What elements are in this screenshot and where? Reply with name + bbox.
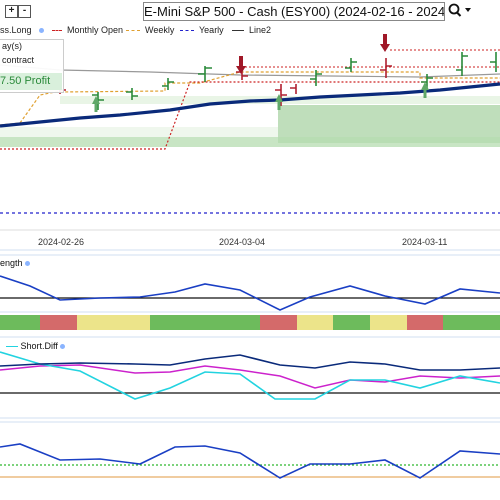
shortdiff-navy-series	[0, 354, 500, 371]
legend-swatch-icon	[180, 29, 194, 31]
legend-swatch-icon	[52, 29, 62, 31]
bottom-series	[0, 443, 500, 479]
date-label: 2024-02-26	[38, 237, 85, 247]
chart-canvas[interactable]	[0, 20, 500, 500]
strength-pane-title: ength	[0, 258, 30, 268]
chart-title-field[interactable]: E-Mini S&P 500 - Cash (ESY00) (2024-02-1…	[143, 2, 445, 21]
status-segment	[333, 315, 370, 330]
legend-swatch-icon	[232, 29, 244, 31]
status-segment	[0, 315, 40, 330]
legend-item-monthly-open: Monthly Open	[52, 24, 123, 36]
search-icon[interactable]	[446, 2, 474, 19]
date-label: 2024-03-11	[402, 237, 448, 247]
legend-label: Monthly Open	[67, 25, 124, 35]
zoom-in-button[interactable]: +	[5, 5, 18, 18]
legend-label: Yearly	[199, 25, 224, 35]
legend-item-long: ss.Long	[0, 24, 44, 36]
profit-band	[0, 137, 500, 147]
status-segment	[370, 315, 407, 330]
status-segment	[297, 315, 333, 330]
shortdiff-pane-title: Short.Diff	[6, 341, 65, 351]
legend-label: Line2	[249, 25, 272, 35]
status-segment	[40, 315, 77, 330]
strength-series	[0, 275, 500, 311]
legend-swatch-icon	[126, 29, 140, 31]
profit-label: 7.50 Profit	[0, 73, 62, 90]
legend-label: ss.Long	[0, 25, 32, 35]
info-line-2: contract	[2, 55, 35, 65]
magnifier-dropdown-icon	[448, 3, 471, 17]
status-segment	[150, 315, 260, 330]
legend-item-weekly: Weekly	[126, 24, 174, 36]
settings-dot-icon[interactable]	[24, 261, 30, 267]
info-line-1: ay(s)	[2, 41, 22, 51]
status-segment	[260, 315, 297, 330]
pane-title-text: Short.Diff	[20, 341, 58, 351]
status-segment	[407, 315, 443, 330]
date-label: 2024-03-04	[219, 237, 266, 247]
legend-label: Weekly	[145, 25, 175, 35]
sell-signal-arrows	[236, 34, 390, 74]
legend-swatch-icon	[6, 346, 18, 348]
zoom-out-button[interactable]: -	[18, 5, 31, 18]
legend-item-line2: Line2	[232, 24, 271, 36]
status-segment	[443, 315, 500, 330]
settings-dot-icon[interactable]	[38, 27, 44, 33]
status-segment	[77, 315, 150, 330]
legend-item-yearly: Yearly	[180, 24, 224, 36]
settings-dot-icon[interactable]	[59, 344, 65, 350]
shortdiff-magenta-series	[0, 364, 500, 389]
pane-title-text: ength	[0, 258, 23, 268]
